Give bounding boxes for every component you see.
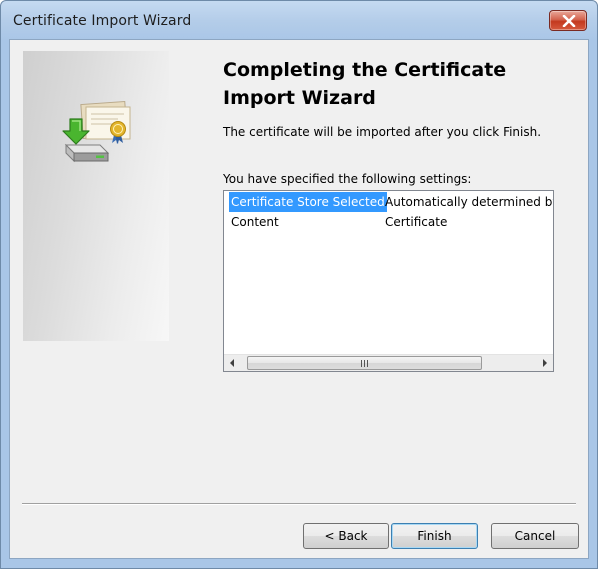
settings-list[interactable]: Certificate Store Selected Automatically… xyxy=(223,190,554,372)
finish-button[interactable]: Finish xyxy=(391,523,478,549)
list-item[interactable]: Content Certificate xyxy=(224,212,553,232)
setting-value: Certificate xyxy=(385,215,448,229)
setting-name: Certificate Store Selected xyxy=(229,192,387,212)
scroll-thumb[interactable] xyxy=(247,356,482,370)
close-x-icon xyxy=(562,15,576,27)
certificate-import-icon xyxy=(62,100,131,163)
wizard-window: Certificate Import Wizard Completing the… xyxy=(0,0,598,569)
close-button[interactable] xyxy=(549,10,587,31)
title-bar[interactable]: Certificate Import Wizard xyxy=(1,1,597,39)
back-button[interactable]: < Back xyxy=(303,523,389,549)
scroll-right-button[interactable] xyxy=(536,355,553,371)
list-item[interactable]: Certificate Store Selected Automatically… xyxy=(224,192,553,212)
scroll-right-arrow-icon xyxy=(543,359,547,367)
cancel-button[interactable]: Cancel xyxy=(491,523,579,549)
wizard-page: Completing the Certificate Import Wizard… xyxy=(9,39,589,559)
scroll-grip-icon xyxy=(361,360,368,367)
scroll-left-button[interactable] xyxy=(224,355,241,371)
horizontal-scrollbar[interactable] xyxy=(224,354,553,371)
page-heading: Completing the Certificate Import Wizard xyxy=(223,59,507,109)
scroll-left-arrow-icon xyxy=(230,359,234,367)
setting-name: Content xyxy=(231,215,279,229)
window-title: Certificate Import Wizard xyxy=(13,13,192,29)
wizard-side-panel xyxy=(23,51,169,341)
setting-value: Automatically determined by t xyxy=(385,195,554,209)
footer-divider xyxy=(22,503,576,505)
page-description: The certificate will be imported after y… xyxy=(223,125,542,139)
settings-label: You have specified the following setting… xyxy=(223,172,472,186)
